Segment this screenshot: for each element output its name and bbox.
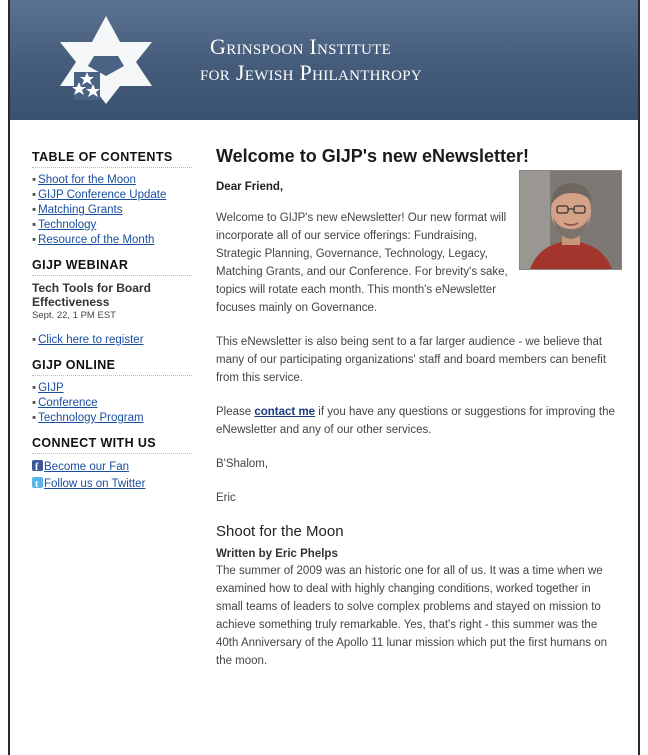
contact-me-link[interactable]: contact me (254, 406, 315, 418)
signature: Eric (216, 492, 236, 504)
author-photo (519, 170, 622, 270)
webinar-title: Tech Tools for Board Effectiveness (32, 281, 151, 309)
contact-pre: Please (216, 406, 255, 418)
webinar-heading: GIJP WEBINAR (32, 258, 192, 276)
institute-name: Grinspoon Institute for Jewish Philanthr… (200, 34, 422, 86)
toc-heading: TABLE OF CONTENTS (32, 150, 192, 168)
toc-item: ▪ GIJP Conference Update (32, 189, 167, 201)
register-list: ▪ Click here to register (32, 333, 192, 348)
online-link-gijp[interactable]: GIJP (38, 382, 64, 394)
connect-section: CONNECT WITH US f Become our Fan t Follow … (32, 436, 192, 493)
toc-item: ▪ Matching Grants (32, 204, 123, 216)
article-body: The summer of 2009 was an historic one f… (216, 565, 608, 667)
online-item: ▪ Technology Program (32, 412, 144, 424)
toc-section: TABLE OF CONTENTS ▪ Shoot for the Moon ▪ G… (32, 150, 192, 248)
sidebar: TABLE OF CONTENTS ▪ Shoot for the Moon ▪ G… (32, 150, 192, 503)
twitter-icon[interactable]: t (32, 477, 43, 490)
online-link-conference[interactable]: Conference (38, 397, 97, 409)
contact-paragraph: Please contact me if you have any questi… (216, 403, 620, 439)
register-link[interactable]: Click here to register (38, 334, 143, 346)
online-heading: GIJP ONLINE (32, 358, 192, 376)
header-banner: Grinspoon Institute for Jewish Philanthr… (10, 0, 638, 120)
online-list: ▪ GIJP ▪ Conference ▪ Technology Program (32, 381, 192, 426)
institute-name-line2: for Jewish Philanthropy (200, 60, 423, 85)
online-link-technology-program[interactable]: Technology Program (38, 412, 143, 424)
facebook-icon[interactable]: f (32, 460, 43, 473)
online-item: ▪ GIJP (32, 382, 64, 394)
section-title-shoot-for-the-moon: Shoot for the Moon (216, 523, 344, 540)
signoff: B'Shalom, (216, 458, 269, 470)
register-item: ▪ Click here to register (32, 334, 144, 346)
newsletter-frame: Grinspoon Institute for Jewish Philanthr… (8, 0, 640, 755)
institute-name-line1: Grinspoon Institute (210, 34, 392, 59)
online-item: ▪ Conference (32, 397, 98, 409)
star-of-david-logo-icon (60, 16, 152, 104)
twitter-follow-link[interactable]: Follow us on Twitter (44, 478, 145, 490)
intro-text: Welcome to GIJP's new eNewsletter! Our n… (216, 212, 508, 314)
toc-link-matching-grants[interactable]: Matching Grants (38, 204, 122, 216)
facebook-fan-link[interactable]: Become our Fan (44, 461, 129, 473)
toc-link-resource-of-month[interactable]: Resource of the Month (38, 234, 154, 246)
toc-list: ▪ Shoot for the Moon ▪ GIJP Conference Upd… (32, 173, 192, 248)
newsletter-headline: Welcome to GIJP's new eNewsletter! (216, 146, 530, 166)
toc-item: ▪ Technology (32, 219, 97, 231)
twitter-row: t Follow us on Twitter (32, 476, 192, 493)
article-byline: Written by Eric Phelps (216, 548, 338, 560)
toc-link-conference-update[interactable]: GIJP Conference Update (38, 189, 166, 201)
toc-item: ▪ Shoot for the Moon (32, 174, 136, 186)
webinar-date: Sept. 22, 1 PM EST (32, 310, 116, 321)
webinar-section: GIJP WEBINAR Tech Tools for Board Effect… (32, 258, 192, 348)
audience-paragraph: This eNewsletter is also being sent to a… (216, 336, 607, 384)
toc-link-technology[interactable]: Technology (38, 219, 96, 231)
facebook-row: f Become our Fan (32, 459, 192, 476)
online-section: GIJP ONLINE ▪ GIJP ▪ Conference ▪ Technolog… (32, 358, 192, 426)
toc-link-shoot-for-the-moon[interactable]: Shoot for the Moon (38, 174, 136, 186)
toc-item: ▪ Resource of the Month (32, 234, 155, 246)
main-content: Welcome to GIJP's new eNewsletter! Dear … (216, 146, 622, 686)
connect-heading: CONNECT WITH US (32, 436, 192, 454)
